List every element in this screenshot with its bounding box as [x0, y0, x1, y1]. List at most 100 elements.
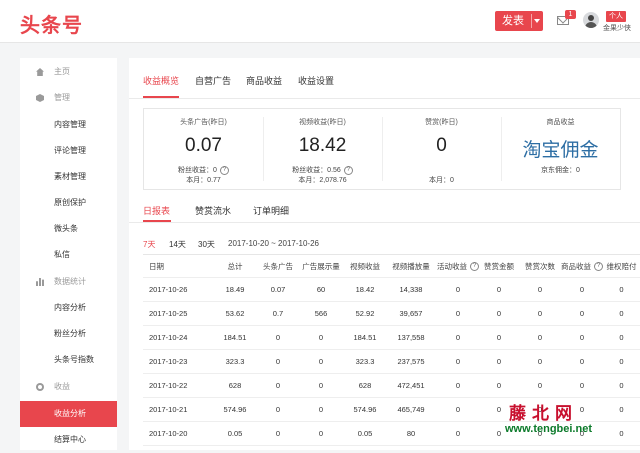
- sidebar-item-settlement[interactable]: 结算中心: [20, 427, 117, 453]
- tab-income-settings[interactable]: 收益设置: [298, 74, 334, 87]
- publish-label[interactable]: 发表: [495, 11, 531, 31]
- sidebar-item-account-index[interactable]: 头条号指数: [20, 347, 117, 373]
- table-cell: 0: [619, 285, 624, 294]
- table-cell: 0: [579, 285, 585, 294]
- table-cell: 0: [455, 285, 461, 294]
- sidebar-item-material-manage[interactable]: 素材管理: [20, 164, 117, 190]
- table-cell: 323.3: [225, 357, 245, 366]
- table-cell: 0: [579, 309, 585, 318]
- table-cell: 2017-10-20: [149, 429, 188, 438]
- table-header-cell: 总计: [227, 261, 243, 271]
- publish-divider: [531, 14, 532, 28]
- table-cell: 2017-10-22: [149, 381, 188, 390]
- table-cell: 39,657: [399, 309, 423, 318]
- table-header-cell: 赞赏次数: [525, 261, 555, 271]
- table-header-cell: 维权赔付: [606, 261, 637, 271]
- table-cell: 0: [455, 381, 461, 390]
- sidebar-group-stats[interactable]: 数据统计: [20, 269, 117, 295]
- sidebar-item-income-analysis[interactable]: 收益分析: [20, 401, 117, 427]
- publish-button[interactable]: 发表: [495, 11, 543, 31]
- table-cell: 0: [496, 333, 502, 342]
- stat-value: 0: [436, 135, 447, 156]
- table-cell: 0.05: [227, 429, 243, 438]
- sidebar-item-home[interactable]: 主页: [20, 59, 117, 85]
- top-header: 头条号 发表 1 个人 金果少侠: [0, 0, 640, 43]
- table-header-cell: 日期: [149, 261, 164, 271]
- sidebar-group-income[interactable]: 收益: [20, 374, 117, 400]
- table-cell: 18.42: [355, 285, 375, 294]
- range-14-days[interactable]: 14天: [169, 239, 186, 250]
- table-header-cell: 活动收益?: [437, 255, 479, 277]
- tab-order-detail[interactable]: 订单明细: [253, 204, 289, 217]
- stat-line: 粉丝收益：0?: [144, 165, 263, 175]
- table-cell: 0: [318, 429, 324, 438]
- table-cell: 472,451: [397, 381, 425, 390]
- tab-divider: [129, 98, 640, 99]
- sidebar-item-original-protect[interactable]: 原创保护: [20, 190, 117, 216]
- sidebar-item-content-manage[interactable]: 内容管理: [20, 112, 117, 138]
- table-cell: 0: [496, 285, 502, 294]
- table-cell: 0: [619, 357, 624, 366]
- stat-line: 本月：2,078.76: [298, 177, 347, 184]
- table-cell: 0: [275, 405, 281, 414]
- tab-self-ads[interactable]: 自营广告: [195, 74, 231, 87]
- watermark: 藤北网 www.tengbei.net: [505, 397, 630, 447]
- stat-line: 粉丝收益：0.56?: [263, 165, 382, 175]
- table-cell: 0.05: [357, 429, 373, 438]
- table-row: 2017-10-24 184.51 0 0 184.51 137,558 0 0 0 0 0: [143, 326, 640, 350]
- main-panel: 收益概览 自营广告 商品收益 收益设置 头条广告(昨日) 0.07 粉丝收益：0…: [129, 58, 640, 450]
- table-row: 2017-10-26 18.49 0.07 60 18.42 14,338 0 0 0 0 0: [143, 278, 640, 302]
- table-cell: 574.96: [223, 405, 247, 414]
- toutiao-logo[interactable]: 头条号: [20, 9, 83, 38]
- stat-title: 赞赏(昨日): [425, 119, 458, 126]
- tab-daily-report[interactable]: 日报表: [143, 204, 170, 217]
- table-cell: 0: [619, 333, 624, 342]
- sidebar-item-messages[interactable]: 私信: [20, 242, 117, 268]
- help-icon[interactable]: ?: [594, 261, 603, 271]
- stat-product-income: 商品收益 淘宝佣金 京东佣金：0: [501, 109, 620, 189]
- table-cell: 0: [537, 285, 543, 294]
- table-cell: 0: [496, 309, 502, 318]
- avatar[interactable]: [583, 12, 599, 28]
- help-icon[interactable]: ?: [219, 165, 229, 175]
- table-cell: 0: [318, 381, 324, 390]
- table-cell: 566: [314, 309, 328, 318]
- table-cell: 2017-10-26: [149, 285, 188, 294]
- chevron-down-icon[interactable]: [534, 19, 540, 23]
- table-cell: 60: [316, 285, 326, 294]
- table-cell: 0.07: [270, 285, 286, 294]
- table-cell: 0: [619, 309, 624, 318]
- table-cell: 137,558: [397, 333, 425, 342]
- sidebar-item-micro-toutiao[interactable]: 微头条: [20, 216, 117, 242]
- date-range-picker[interactable]: 2017-10-20 ~ 2017-10-26: [228, 239, 319, 248]
- table-cell: 0: [496, 381, 502, 390]
- table-header-row: 日期 总计 头条广告 广告展示量 视频收益 视频播放量 活动收益? 赞赏金额 赞赏次数 商品收益?…: [143, 255, 640, 278]
- table-cell: 184.51: [223, 333, 247, 342]
- user-name[interactable]: 金果少侠: [603, 23, 631, 33]
- table-header-cell: 广告展示量: [302, 261, 340, 271]
- sidebar-item-comment-manage[interactable]: 评论管理: [20, 138, 117, 164]
- taobao-commission-link[interactable]: 淘宝佣金: [501, 135, 620, 162]
- table-cell: 52.92: [355, 309, 375, 318]
- stat-title: 视频收益(昨日): [299, 119, 346, 126]
- watermark-title: 藤北网: [509, 404, 578, 423]
- table-header-cell: 商品收益?: [561, 255, 603, 277]
- sidebar: 主页 管理 内容管理 评论管理 素材管理 原创保护 微头条 私信 数据统计 内容…: [20, 58, 117, 450]
- table-cell: 0: [455, 429, 461, 438]
- help-icon[interactable]: ?: [470, 261, 479, 271]
- tab-income-overview[interactable]: 收益概览: [143, 74, 179, 87]
- coin-icon: [36, 383, 44, 391]
- sidebar-item-fan-analysis[interactable]: 粉丝分析: [20, 321, 117, 347]
- tab-tip-flow[interactable]: 赞赏流水: [195, 204, 231, 217]
- sidebar-group-manage[interactable]: 管理: [20, 85, 117, 111]
- help-icon[interactable]: ?: [343, 165, 353, 175]
- range-30-days[interactable]: 30天: [198, 239, 215, 250]
- tab-product-income[interactable]: 商品收益: [246, 74, 282, 87]
- range-7-days[interactable]: 7天: [143, 239, 155, 250]
- mail-badge: 1: [565, 10, 576, 19]
- table-cell: 184.51: [353, 333, 377, 342]
- sidebar-item-content-analysis[interactable]: 内容分析: [20, 295, 117, 321]
- table-cell: 0: [455, 405, 461, 414]
- table-cell: 2017-10-25: [149, 309, 188, 318]
- table-header-cell: 视频播放量: [392, 261, 430, 271]
